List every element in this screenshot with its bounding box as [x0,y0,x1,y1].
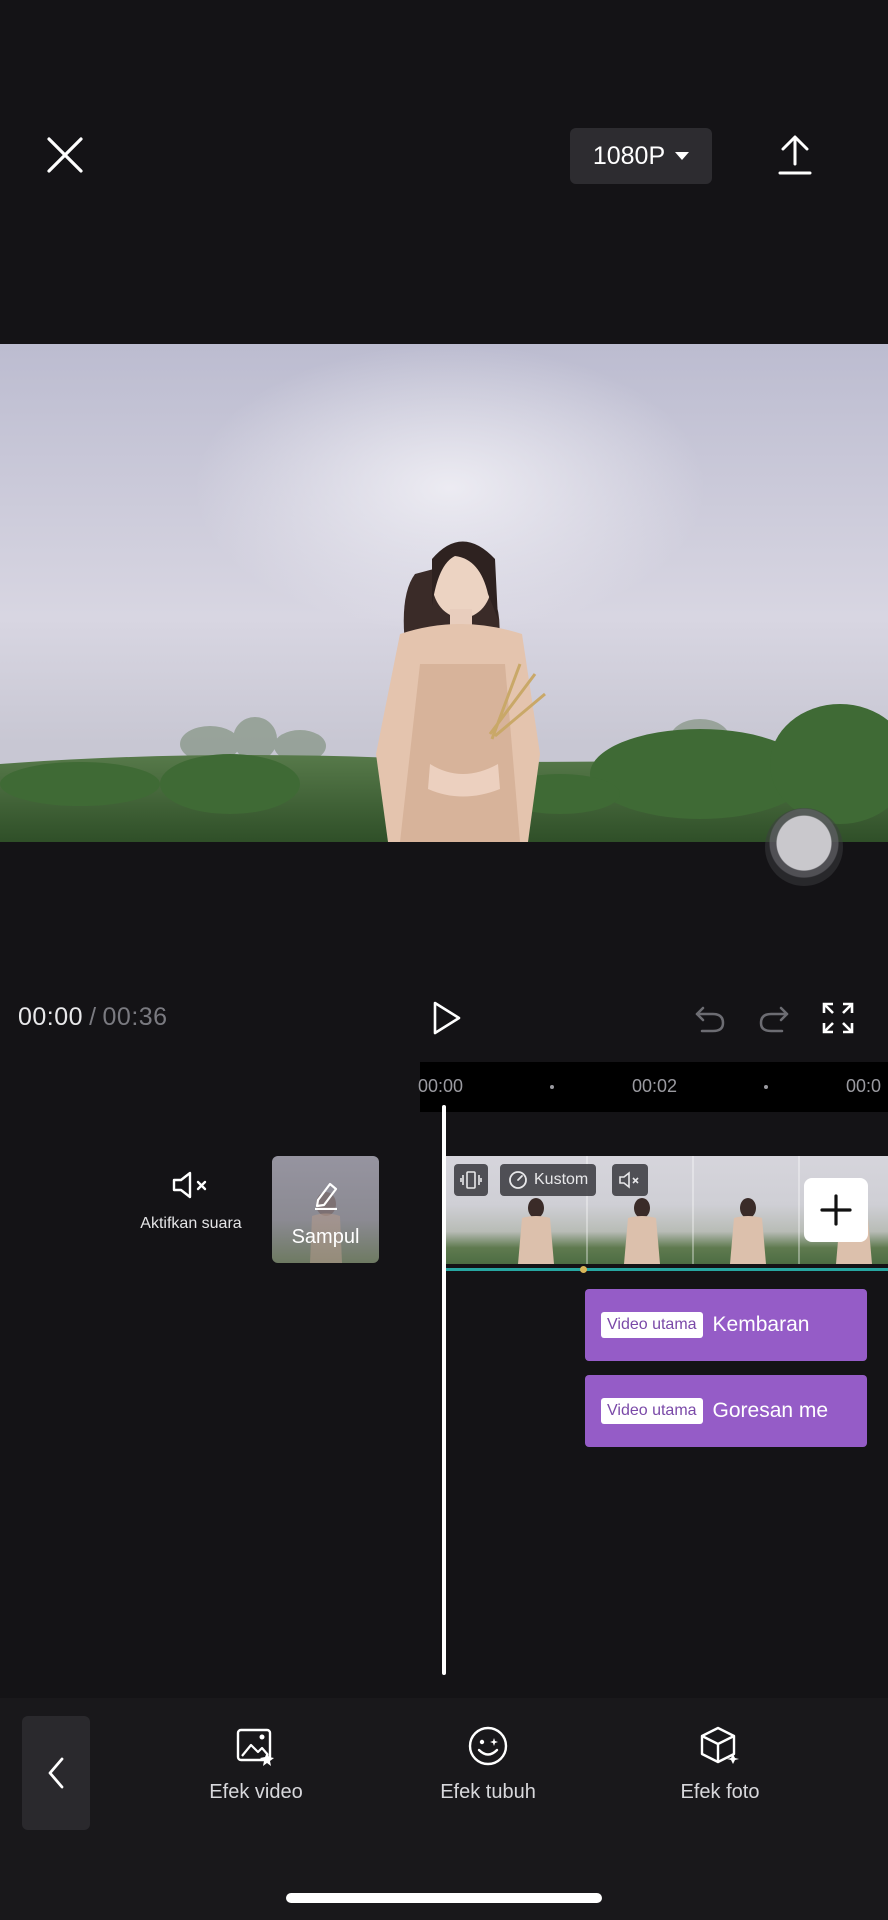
keyframe-dot [580,1266,587,1273]
ruler-dot [764,1085,768,1089]
caret-down-icon [675,152,690,160]
add-clip-button[interactable] [804,1178,868,1242]
undo-icon [695,1006,725,1033]
current-time: 00:00 [18,1003,84,1031]
speaker-muted-icon [619,1171,639,1189]
mute-toggle[interactable]: Aktifkan suara [118,1170,264,1233]
cover-label: Sampul [291,1226,360,1248]
video-frame-image [0,344,888,842]
scrub-knob[interactable] [765,808,843,886]
tool-video-effect[interactable]: Efek video [171,1724,341,1804]
vibration-chip[interactable] [454,1164,488,1196]
vibrate-icon [460,1171,482,1189]
cover-button[interactable]: Sampul [272,1156,379,1263]
effect-name: Goresan me [712,1399,829,1422]
close-icon [47,137,83,173]
photo-effect-icon [700,1726,739,1764]
frame-divider [692,1156,694,1264]
play-button[interactable] [426,998,466,1038]
fullscreen-button[interactable] [818,998,858,1038]
tool-label: Efek video [209,1781,303,1803]
play-icon [433,1001,461,1035]
chevron-left-icon [48,1757,64,1789]
resolution-label: 1080P [592,141,666,170]
undo-button[interactable] [690,998,730,1038]
clip-mute-chip[interactable] [612,1164,648,1196]
effect-name: Kembaran [712,1313,810,1336]
body-effect-icon [468,1726,508,1766]
edit-pencil-icon [315,1182,338,1210]
ruler-tick: 00:02 [632,1076,678,1096]
effect-track-item[interactable]: Video utama Goresan me [585,1375,867,1447]
time-display: 00:00/00:36 [18,1003,168,1032]
speaker-muted-icon [172,1171,207,1199]
ruler-dot [550,1085,554,1089]
close-button[interactable] [40,130,90,180]
effect-tag: Video utama [601,1312,703,1338]
playhead[interactable] [442,1105,446,1675]
redo-button[interactable] [754,998,794,1038]
speed-chip-label: Kustom [534,1171,589,1188]
mute-label: Aktifkan suara [140,1215,242,1232]
tool-photo-effect[interactable]: Efek foto [635,1724,805,1804]
upload-icon [778,135,812,175]
speed-custom-chip[interactable]: Kustom [500,1164,597,1196]
redo-icon [759,1006,789,1033]
time-separator: / [89,1003,97,1031]
effect-track-item[interactable]: Video utama Kembaran [585,1289,867,1361]
ruler-tick: 00:00 [418,1076,464,1096]
plus-icon [820,1194,852,1226]
ruler-tick: 00:0 [846,1076,882,1096]
back-button[interactable] [22,1716,90,1830]
audio-track-line [446,1268,888,1271]
total-time: 00:36 [102,1003,168,1031]
fullscreen-icon [822,1002,854,1034]
home-indicator[interactable] [286,1893,602,1903]
effect-tag: Video utama [601,1398,703,1424]
export-button[interactable] [775,132,815,178]
speed-icon [509,1171,527,1189]
frame-divider [798,1156,800,1264]
video-preview[interactable] [0,344,888,842]
resolution-dropdown[interactable]: 1080P [570,128,712,184]
tool-label: Efek foto [680,1781,760,1803]
tool-label: Efek tubuh [440,1781,536,1803]
tool-body-effect[interactable]: Efek tubuh [403,1724,573,1804]
video-effect-icon [236,1728,274,1766]
